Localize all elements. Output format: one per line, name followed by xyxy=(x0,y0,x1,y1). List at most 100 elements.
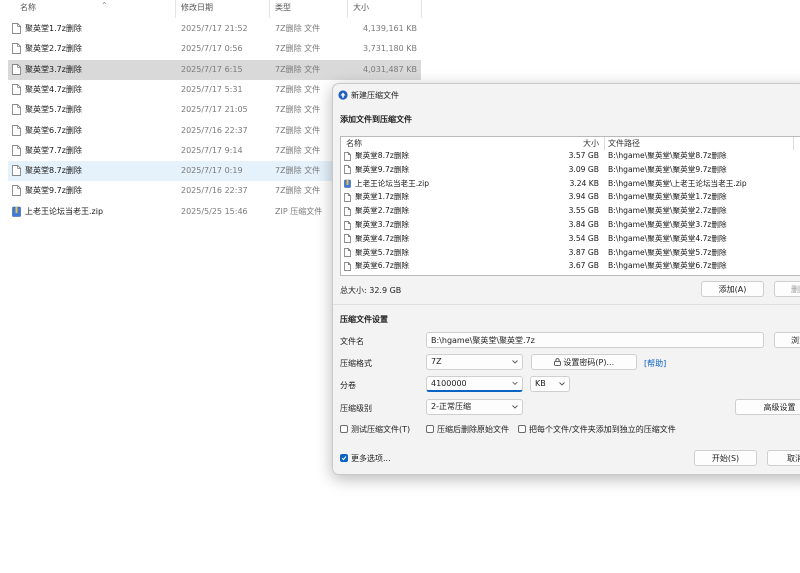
app-logo-icon xyxy=(338,90,348,100)
zip-archive-icon xyxy=(12,206,21,217)
archive-list-row[interactable]: 聚英堂4.7z删除 3.54 GB B:\hgame\聚英堂\聚英堂4.7z删除 xyxy=(341,234,800,244)
advanced-settings-button[interactable]: 高级设置 xyxy=(735,399,800,415)
archive-item-size: 3.94 GB xyxy=(568,192,599,202)
archive-item-name: 聚英堂2.7z删除 xyxy=(355,206,410,216)
new-archive-dialog: 新建压缩文件 添加文件到压缩文件 名称 大小 文件路径 聚英堂8.7z删除 3.5… xyxy=(332,83,800,475)
file-row[interactable]: 聚英堂3.7z删除 2025/7/17 6:15 7Z删除 文件 4,031,487 … xyxy=(8,59,421,80)
delete-after-checkbox[interactable] xyxy=(426,425,434,433)
archive-list-row[interactable]: 聚英堂5.7z删除 3.87 GB B:\hgame\聚英堂\聚英堂5.7z删除 xyxy=(341,248,800,258)
archive-item-name: 聚英堂8.7z删除 xyxy=(355,151,410,160)
archive-list-row[interactable]: 聚英堂2.7z删除 3.55 GB B:\hgame\聚英堂\聚英堂2.7z删除 xyxy=(341,206,800,216)
file-type: 7Z删除 文件 xyxy=(275,166,321,176)
document-icon xyxy=(344,206,351,216)
checkmark-icon xyxy=(341,456,347,461)
file-name: 上老王论坛当老王.zip xyxy=(25,206,104,216)
help-link[interactable]: [帮助] xyxy=(644,358,666,369)
set-password-label: 设置密码(P)... xyxy=(563,357,615,367)
document-icon xyxy=(344,262,351,271)
archive-list-row[interactable]: 上老王论坛当老王.zip 3.24 KB B:\hgame\聚英堂\上老王论坛当老王… xyxy=(341,179,800,189)
chevron-down-icon xyxy=(512,405,518,409)
column-header-type[interactable]: 类型 xyxy=(270,0,348,18)
file-date: 2025/7/17 0:19 xyxy=(181,166,243,176)
split-size-value[interactable]: 4100000 xyxy=(431,377,467,391)
archive-item-name: 聚英堂4.7z删除 xyxy=(355,233,410,243)
column-header-size-label: 大小 xyxy=(353,3,369,12)
document-icon xyxy=(344,220,351,230)
format-label: 压缩格式 xyxy=(340,359,372,368)
archive-item-size: 3.54 GB xyxy=(568,233,599,243)
file-type: 7Z删除 文件 xyxy=(275,186,321,196)
file-date: 2025/7/17 5:31 xyxy=(181,84,243,94)
start-button[interactable]: 开始(S) xyxy=(694,450,757,466)
list-header-name[interactable]: 名称 xyxy=(346,137,362,150)
file-date: 2025/7/17 6:15 xyxy=(181,64,243,74)
file-type: 7Z删除 文件 xyxy=(275,64,321,74)
separator xyxy=(333,304,800,305)
archive-item-path: B:\hgame\聚英堂\聚英堂6.7z删除 xyxy=(608,261,727,271)
add-button[interactable]: 添加(A) xyxy=(701,281,764,297)
document-icon xyxy=(344,165,351,175)
remove-button[interactable]: 删除 xyxy=(774,281,800,297)
column-header-name[interactable]: 名称 ⌃ xyxy=(8,0,176,18)
archive-item-path: B:\hgame\聚英堂\聚英堂2.7z删除 xyxy=(608,206,727,216)
archive-list-row[interactable]: 聚英堂8.7z删除 3.57 GB B:\hgame\聚英堂\聚英堂8.7z删除 xyxy=(341,151,800,161)
split-size-combo[interactable]: 4100000 xyxy=(426,376,523,392)
document-icon xyxy=(344,151,351,161)
format-select[interactable]: 7Z xyxy=(426,354,523,370)
list-header-path[interactable]: 文件路径 xyxy=(608,137,640,150)
filename-label: 文件名 xyxy=(340,337,364,346)
dialog-title: 新建压缩文件 xyxy=(351,91,399,100)
chevron-down-icon xyxy=(512,381,518,386)
archive-item-name: 聚英堂5.7z删除 xyxy=(355,247,410,257)
document-icon xyxy=(12,23,21,34)
test-archive-checkbox[interactable] xyxy=(340,425,348,433)
more-options-checkbox[interactable] xyxy=(340,454,348,462)
list-header-size[interactable]: 大小 xyxy=(541,137,599,150)
test-archive-label[interactable]: 测试压缩文件(T) xyxy=(351,424,410,435)
settings-section-title: 压缩文件设置 xyxy=(340,315,388,324)
file-name: 聚英堂8.7z删除 xyxy=(25,166,82,176)
archive-list-row[interactable]: 聚英堂9.7z删除 3.09 GB B:\hgame\聚英堂\聚英堂9.7z删除 xyxy=(341,165,800,175)
document-icon xyxy=(12,84,21,95)
file-name: 聚英堂4.7z删除 xyxy=(25,84,82,94)
archive-item-name: 聚英堂1.7z删除 xyxy=(355,192,410,202)
file-type: 7Z删除 文件 xyxy=(275,105,321,115)
level-select[interactable]: 2-正常压缩 xyxy=(426,399,523,415)
archive-item-path: B:\hgame\聚英堂\聚英堂1.7z删除 xyxy=(608,192,727,202)
document-icon xyxy=(344,248,351,257)
zip-archive-icon xyxy=(344,179,351,188)
file-name: 聚英堂7.7z删除 xyxy=(25,145,82,155)
archive-item-size: 3.55 GB xyxy=(568,206,599,216)
file-date: 2025/7/17 21:52 xyxy=(181,24,248,33)
column-header-size[interactable]: 大小 xyxy=(348,0,422,18)
archive-item-name: 上老王论坛当老王.zip xyxy=(355,178,430,188)
level-label: 压缩级别 xyxy=(340,404,372,413)
browse-button[interactable]: 浏览 xyxy=(774,332,800,348)
filename-input[interactable] xyxy=(426,332,764,348)
file-date: 2025/7/17 9:14 xyxy=(181,145,243,155)
separate-archives-label[interactable]: 把每个文件/文件夹添加到独立的压缩文件 xyxy=(529,424,676,435)
document-icon xyxy=(12,104,21,116)
archive-list-row[interactable]: 聚英堂1.7z删除 3.94 GB B:\hgame\聚英堂\聚英堂1.7z删除 xyxy=(341,192,800,202)
more-options-label[interactable]: 更多选项... xyxy=(351,453,391,464)
column-divider xyxy=(604,137,605,150)
separate-archives-checkbox[interactable] xyxy=(518,425,526,433)
file-type: 7Z删除 文件 xyxy=(275,145,321,155)
delete-after-label[interactable]: 压缩后删除原始文件 xyxy=(437,424,509,435)
split-unit-select[interactable]: KB xyxy=(530,376,570,392)
set-password-button[interactable]: 设置密码(P)... xyxy=(531,354,637,370)
column-header-type-label: 类型 xyxy=(275,3,291,12)
file-list-box[interactable]: 名称 大小 文件路径 聚英堂8.7z删除 3.57 GB B:\hgame\聚英堂\… xyxy=(340,136,800,276)
file-date: 2025/7/17 0:56 xyxy=(181,44,243,54)
cancel-button[interactable]: 取消 xyxy=(767,450,800,466)
file-date: 2025/7/16 22:37 xyxy=(181,186,248,196)
add-files-section-title: 添加文件到压缩文件 xyxy=(340,115,412,124)
file-row[interactable]: 聚英堂2.7z删除 2025/7/17 0:56 7Z删除 文件 3,731,180 … xyxy=(8,39,421,59)
file-row[interactable]: 聚英堂1.7z删除 2025/7/17 21:52 7Z删除 文件 4,139,161… xyxy=(8,19,421,39)
column-header-date[interactable]: 修改日期 xyxy=(176,0,270,18)
file-type: 7Z删除 文件 xyxy=(275,24,321,33)
archive-item-name: 聚英堂9.7z删除 xyxy=(355,164,410,174)
archive-list-row[interactable]: 聚英堂3.7z删除 3.84 GB B:\hgame\聚英堂\聚英堂3.7z删除 xyxy=(341,220,800,230)
archive-list-row[interactable]: 聚英堂6.7z删除 3.67 GB B:\hgame\聚英堂\聚英堂6.7z删除 xyxy=(341,261,800,271)
archive-item-size: 3.57 GB xyxy=(568,151,599,160)
